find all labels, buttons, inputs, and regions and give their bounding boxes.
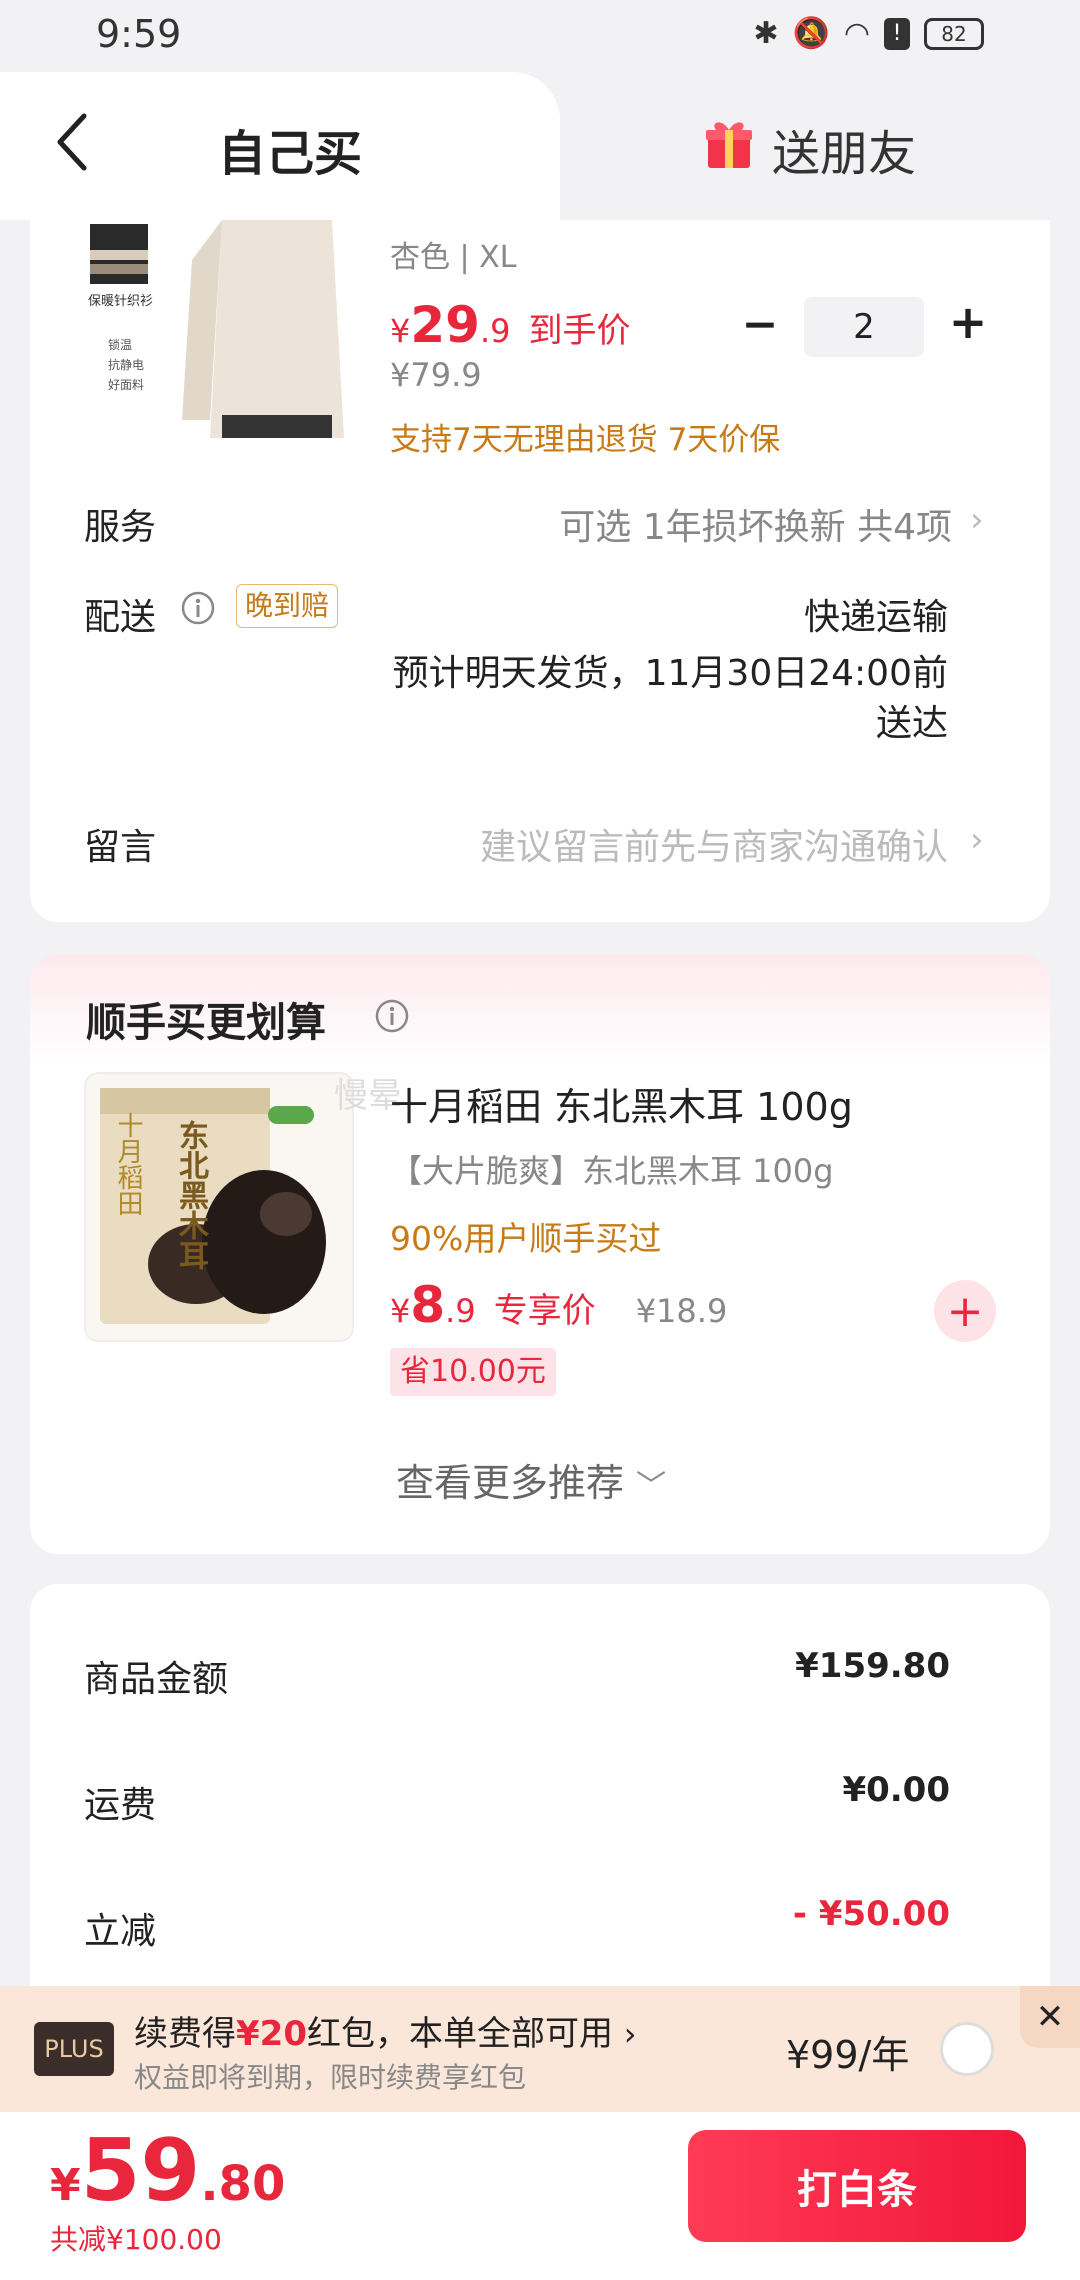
plus-select-radio[interactable] — [940, 2022, 994, 2076]
goods-amount-label: 商品金额 — [84, 1659, 229, 1700]
currency-symbol: ¥ — [390, 1292, 411, 1330]
alert-icon: ! — [884, 17, 910, 50]
price-decimal: .9 — [445, 1292, 476, 1330]
chevron-right-icon: › — [623, 2015, 637, 2053]
total-saved: 共减¥100.00 — [50, 2223, 222, 2256]
delivery-eta: 预计明天发货，11月30日24:00前 — [392, 653, 948, 694]
plus-badge: PLUS — [34, 2022, 114, 2076]
plus-offer-text-c: 红包，本单全部可用 — [306, 2014, 613, 2054]
price-tag: 专享价 — [493, 1291, 596, 1331]
note-input[interactable]: 建议留言前先与商家沟通确认 — [480, 818, 948, 870]
info-icon[interactable] — [374, 998, 410, 1034]
shipping-value: ¥0.00 — [842, 1770, 950, 1810]
total-integer: 59 — [80, 2121, 201, 2221]
combo-item-subtitle: 【大片脆爽】东北黑木耳 100g — [390, 1152, 834, 1190]
tab-self-buy[interactable]: 自己买 — [218, 114, 362, 184]
combo-item-name[interactable]: 十月稻田 东北黑木耳 100g — [390, 1076, 853, 1131]
combo-original-price: ¥18.9 — [635, 1292, 728, 1330]
original-price: ¥79.9 — [390, 356, 482, 394]
chevron-right-icon[interactable]: › — [970, 820, 984, 860]
service-label: 服务 — [84, 507, 157, 548]
battery-icon: 82 — [924, 17, 984, 50]
note-label: 留言 — [84, 827, 157, 868]
chevron-down-icon: ﹀ — [636, 1469, 667, 1504]
combo-title: 顺手买更划算 — [86, 1000, 326, 1046]
wifi-icon: ◠ — [843, 16, 870, 51]
mute-icon: 🔕 — [792, 16, 830, 51]
total-price: ¥ 59 .80 — [50, 2128, 285, 2214]
product-image[interactable] — [82, 220, 352, 438]
discount-label: 立减 — [84, 1911, 157, 1952]
pay-button[interactable]: 打白条 — [688, 2130, 1026, 2242]
sweater-image — [82, 220, 352, 438]
price-decimal: .9 — [479, 312, 511, 350]
currency-symbol: ¥ — [50, 2160, 81, 2211]
thumb-feature-1: 锁温 — [108, 338, 133, 352]
plus-offer-amount: ¥20 — [236, 2014, 307, 2054]
currency-symbol: ¥ — [390, 312, 411, 350]
gift-icon — [706, 122, 752, 168]
bluetooth-icon: ✱ — [753, 16, 779, 51]
plus-offer-line2: 权益即将到期，限时续费享红包 — [134, 2061, 527, 2094]
service-note: 支持7天无理由退货 7天价保 — [390, 422, 781, 458]
save-amount-badge: 省10.00元 — [390, 1348, 556, 1396]
plus-offer-text-a: 续费得 — [134, 2014, 236, 2054]
tab-gift[interactable]: 送朋友 — [772, 114, 916, 184]
quantity-input[interactable]: 2 — [804, 297, 924, 357]
status-icons: ✱ 🔕 ◠ ! 82 — [753, 16, 984, 51]
price-integer: 29 — [410, 296, 480, 354]
quantity-increase-button[interactable]: + — [948, 295, 988, 349]
add-to-order-button[interactable]: + — [934, 1280, 996, 1342]
price-integer: 8 — [410, 1276, 446, 1334]
product-spec[interactable]: 杏色 | XL — [390, 232, 516, 276]
package-brand: 十月稻田 — [113, 1112, 143, 1216]
discount-value: - ¥50.00 — [792, 1894, 950, 1934]
price-tag: 到手价 — [528, 311, 631, 351]
delivery-label: 配送 — [84, 597, 157, 638]
chevron-right-icon[interactable]: › — [970, 500, 984, 540]
late-compensation-badge: 晚到赔 — [236, 584, 339, 628]
combo-price: ¥ 8 .9 专享价 ¥18.9 — [390, 1276, 727, 1334]
shipping-label: 运费 — [84, 1785, 157, 1826]
plus-offer-line1: 续费得¥20红包，本单全部可用 › — [134, 2006, 637, 2055]
total-decimal: .80 — [200, 2156, 286, 2212]
thumb-caption: 保暖针织衫 — [88, 294, 154, 309]
goods-amount-value: ¥159.80 — [795, 1646, 950, 1686]
delivery-eta-line2: 送达 — [875, 703, 948, 744]
status-bar: 9:59 ✱ 🔕 ◠ ! 82 — [0, 0, 1080, 72]
combo-item-note: 90%用户顺手买过 — [390, 1219, 662, 1258]
info-icon[interactable] — [180, 590, 216, 626]
see-more-recommendations[interactable]: 查看更多推荐 ﹀ — [396, 1452, 666, 1507]
delivery-method: 快递运输 — [803, 597, 948, 638]
back-icon[interactable] — [54, 112, 90, 172]
plus-price: ¥99/年 — [786, 2033, 910, 2077]
see-more-label: 查看更多推荐 — [396, 1461, 625, 1505]
service-value[interactable]: 可选 1年损坏换新 共4项 — [559, 498, 952, 550]
thumb-feature-2: 抗静电 — [108, 358, 145, 372]
close-icon[interactable]: ✕ — [1020, 1986, 1080, 2048]
package-title: 东北黑木耳 — [173, 1120, 208, 1270]
clock: 9:59 — [96, 12, 182, 56]
thumb-feature-3: 好面料 — [108, 378, 145, 392]
quantity-decrease-button[interactable]: − — [740, 299, 780, 350]
product-price: ¥ 29 .9 到手价 — [390, 296, 630, 354]
